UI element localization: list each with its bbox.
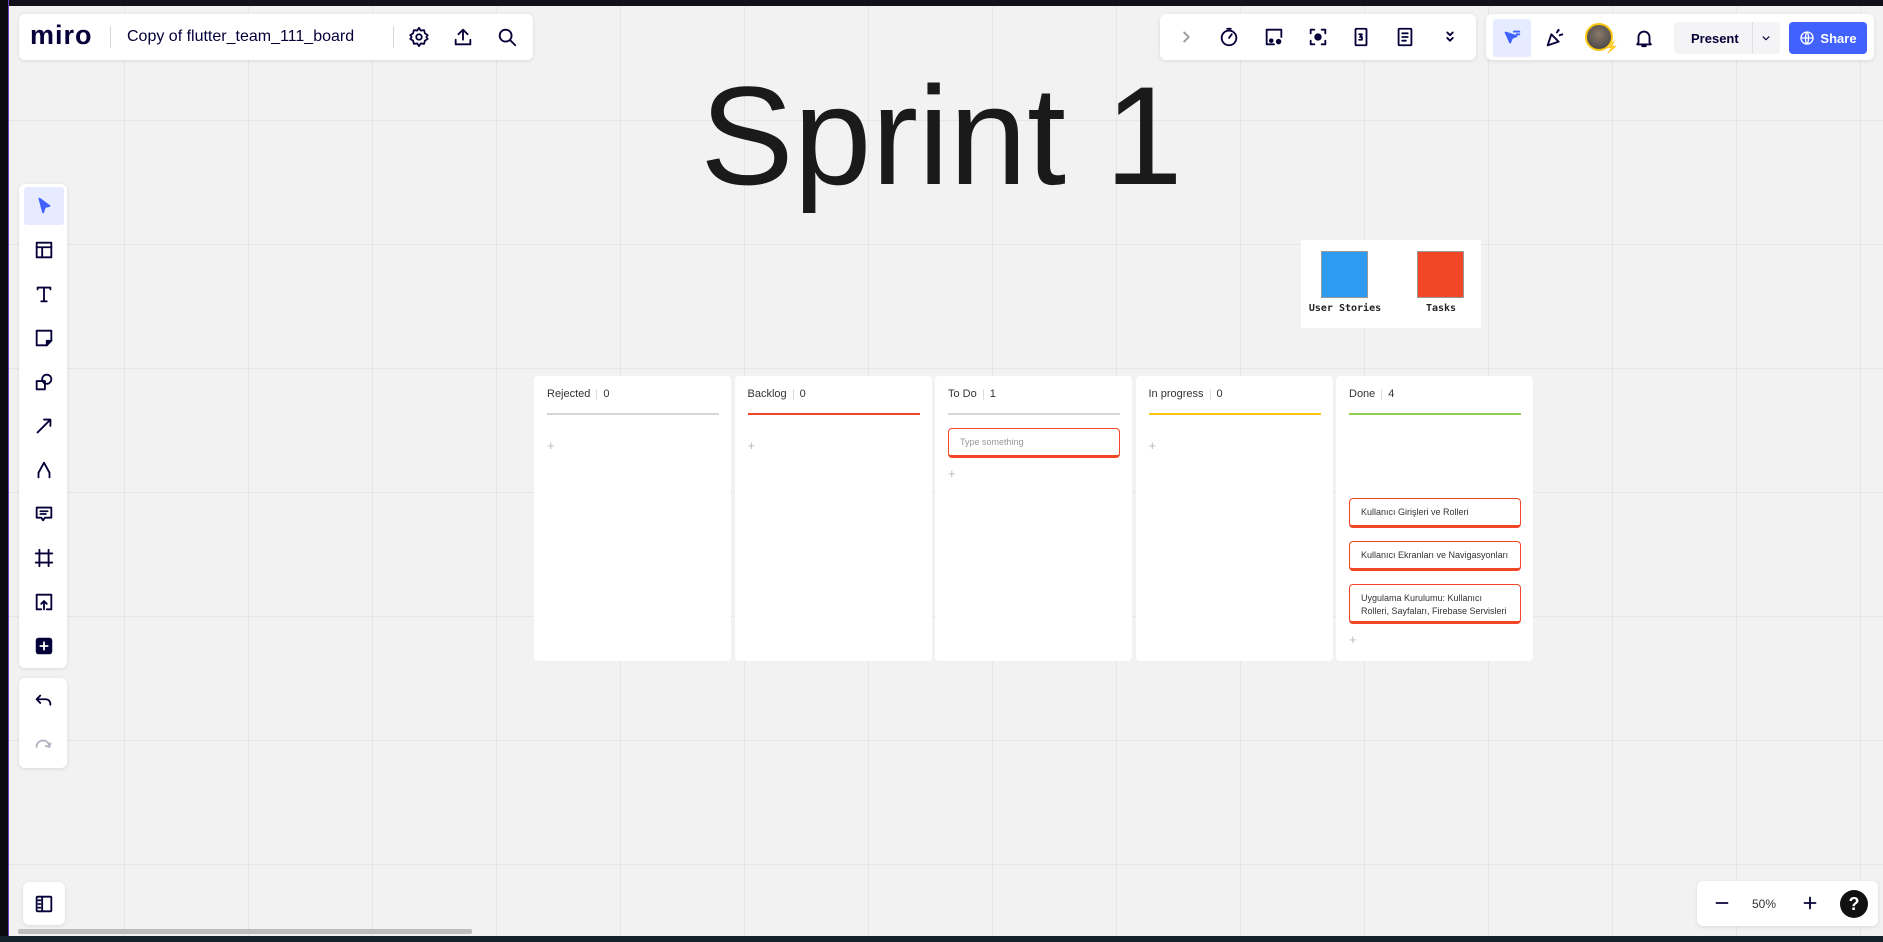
divider bbox=[393, 26, 394, 48]
pen-icon[interactable] bbox=[24, 451, 64, 489]
column-name[interactable]: Done bbox=[1349, 388, 1375, 400]
kanban-card[interactable]: Kullanıcı Ekranları ve Navigasyonları bbox=[1349, 541, 1521, 571]
text-icon[interactable] bbox=[24, 275, 64, 313]
add-card-icon[interactable]: + bbox=[547, 438, 555, 453]
add-card-icon[interactable]: + bbox=[948, 466, 956, 481]
more-apps-icon[interactable] bbox=[24, 627, 64, 665]
column-name[interactable]: To Do bbox=[948, 388, 977, 400]
kanban-card[interactable]: Type something bbox=[948, 428, 1120, 458]
miro-logo[interactable]: miro bbox=[30, 20, 93, 51]
share-button[interactable]: Share bbox=[1789, 22, 1867, 54]
comment-icon[interactable] bbox=[24, 495, 64, 533]
counter-icon[interactable] bbox=[1343, 19, 1379, 55]
horizontal-scrollbar[interactable] bbox=[18, 929, 472, 934]
globe-icon bbox=[1800, 31, 1815, 45]
board-toolbar bbox=[1160, 14, 1476, 60]
zoom-controls: 50% ? bbox=[1697, 881, 1878, 926]
kanban-card[interactable]: Uygulama Kurulumu: Kullanıcı Rolleri, Sa… bbox=[1349, 584, 1521, 624]
column-name[interactable]: Rejected bbox=[547, 388, 590, 400]
shapes-icon[interactable] bbox=[24, 363, 64, 401]
sticky-note-icon[interactable] bbox=[24, 319, 64, 357]
column-color-line bbox=[1148, 413, 1321, 415]
bell-icon[interactable] bbox=[1626, 20, 1662, 56]
add-card-icon[interactable]: + bbox=[1149, 438, 1157, 453]
help-label: ? bbox=[1848, 894, 1860, 914]
cursor-filter-icon[interactable] bbox=[1493, 19, 1531, 57]
column-header: Done 4 bbox=[1349, 388, 1394, 400]
legend-swatch-user-stories bbox=[1321, 251, 1368, 298]
zoom-in-icon[interactable] bbox=[1792, 885, 1828, 921]
legend[interactable]: User Stories Tasks bbox=[1301, 240, 1481, 328]
templates-icon[interactable] bbox=[24, 231, 64, 269]
redo-icon[interactable] bbox=[25, 728, 61, 764]
help-button[interactable]: ? bbox=[1840, 890, 1868, 918]
present-label: Present bbox=[1691, 30, 1739, 46]
select-cursor-icon[interactable] bbox=[24, 187, 64, 225]
undo-icon[interactable] bbox=[25, 684, 61, 720]
divider bbox=[1381, 388, 1383, 400]
share-label: Share bbox=[1820, 30, 1857, 46]
window-bottom-bar bbox=[0, 936, 1883, 942]
notes-icon[interactable] bbox=[1387, 19, 1423, 55]
search-icon[interactable] bbox=[489, 19, 525, 55]
present-dropdown-chevron-icon[interactable] bbox=[1752, 20, 1780, 56]
frame-icon[interactable] bbox=[24, 539, 64, 577]
legend-swatch-tasks bbox=[1417, 251, 1464, 298]
timer-icon[interactable] bbox=[1211, 19, 1247, 55]
kanban-column-to-do[interactable]: To Do 1 Type something + bbox=[935, 376, 1132, 661]
column-header: Backlog 0 bbox=[748, 388, 806, 400]
column-count: 0 bbox=[1216, 388, 1223, 400]
column-color-line bbox=[948, 413, 1120, 415]
column-color-line bbox=[547, 413, 719, 415]
column-name[interactable]: In progress bbox=[1149, 388, 1204, 400]
kanban-column-done[interactable]: Done 4 Kullanıcı Girişleri ve Rolleri Kulla… bbox=[1336, 376, 1533, 661]
legend-label: User Stories bbox=[1308, 303, 1382, 314]
kanban-column-rejected[interactable]: Rejected 0 + bbox=[534, 376, 731, 661]
divider bbox=[1209, 388, 1211, 400]
lightning-icon: ⚡ bbox=[1604, 40, 1619, 54]
kanban-column-in-progress[interactable]: In progress 0 + bbox=[1135, 376, 1333, 661]
frame-title[interactable]: Sprint 1 bbox=[0, 56, 1883, 216]
kanban-card[interactable]: Kullanıcı Girişleri ve Rolleri bbox=[1349, 498, 1521, 528]
column-count: 1 bbox=[989, 388, 996, 400]
upload-file-icon[interactable] bbox=[24, 583, 64, 621]
divider bbox=[982, 388, 984, 400]
divider bbox=[596, 388, 598, 400]
column-count: 0 bbox=[799, 388, 806, 400]
settings-icon[interactable] bbox=[401, 19, 437, 55]
focus-icon[interactable] bbox=[1300, 19, 1336, 55]
card-icon[interactable] bbox=[1256, 19, 1292, 55]
upload-icon[interactable] bbox=[445, 19, 481, 55]
divider bbox=[792, 388, 794, 400]
legend-label: Tasks bbox=[1425, 303, 1457, 314]
board-header: miro Copy of flutter_team_111_board bbox=[19, 14, 533, 60]
sidebar-toggle-icon[interactable] bbox=[26, 886, 62, 922]
column-header: In progress 0 bbox=[1149, 388, 1223, 400]
window-top-bar bbox=[0, 0, 1883, 6]
divider bbox=[110, 26, 111, 48]
kanban-column-backlog[interactable]: Backlog 0 + bbox=[734, 376, 932, 661]
connector-arrow-icon[interactable] bbox=[24, 407, 64, 445]
add-card-icon[interactable]: + bbox=[748, 438, 756, 453]
column-count: 4 bbox=[1388, 388, 1395, 400]
board-title[interactable]: Copy of flutter_team_111_board bbox=[127, 28, 354, 46]
add-card-icon[interactable]: + bbox=[1349, 632, 1357, 647]
column-header: Rejected 0 bbox=[547, 388, 610, 400]
column-name[interactable]: Backlog bbox=[748, 388, 787, 400]
column-color-line bbox=[1349, 413, 1521, 415]
column-header: To Do 1 bbox=[948, 388, 996, 400]
zoom-level[interactable]: 50% bbox=[1752, 897, 1776, 911]
zoom-out-icon[interactable] bbox=[1704, 885, 1740, 921]
column-color-line bbox=[747, 413, 920, 415]
celebrate-icon[interactable] bbox=[1537, 20, 1573, 56]
double-chevron-down-icon[interactable] bbox=[1432, 19, 1468, 55]
column-count: 0 bbox=[603, 388, 610, 400]
chevron-right-icon[interactable] bbox=[1168, 19, 1204, 55]
